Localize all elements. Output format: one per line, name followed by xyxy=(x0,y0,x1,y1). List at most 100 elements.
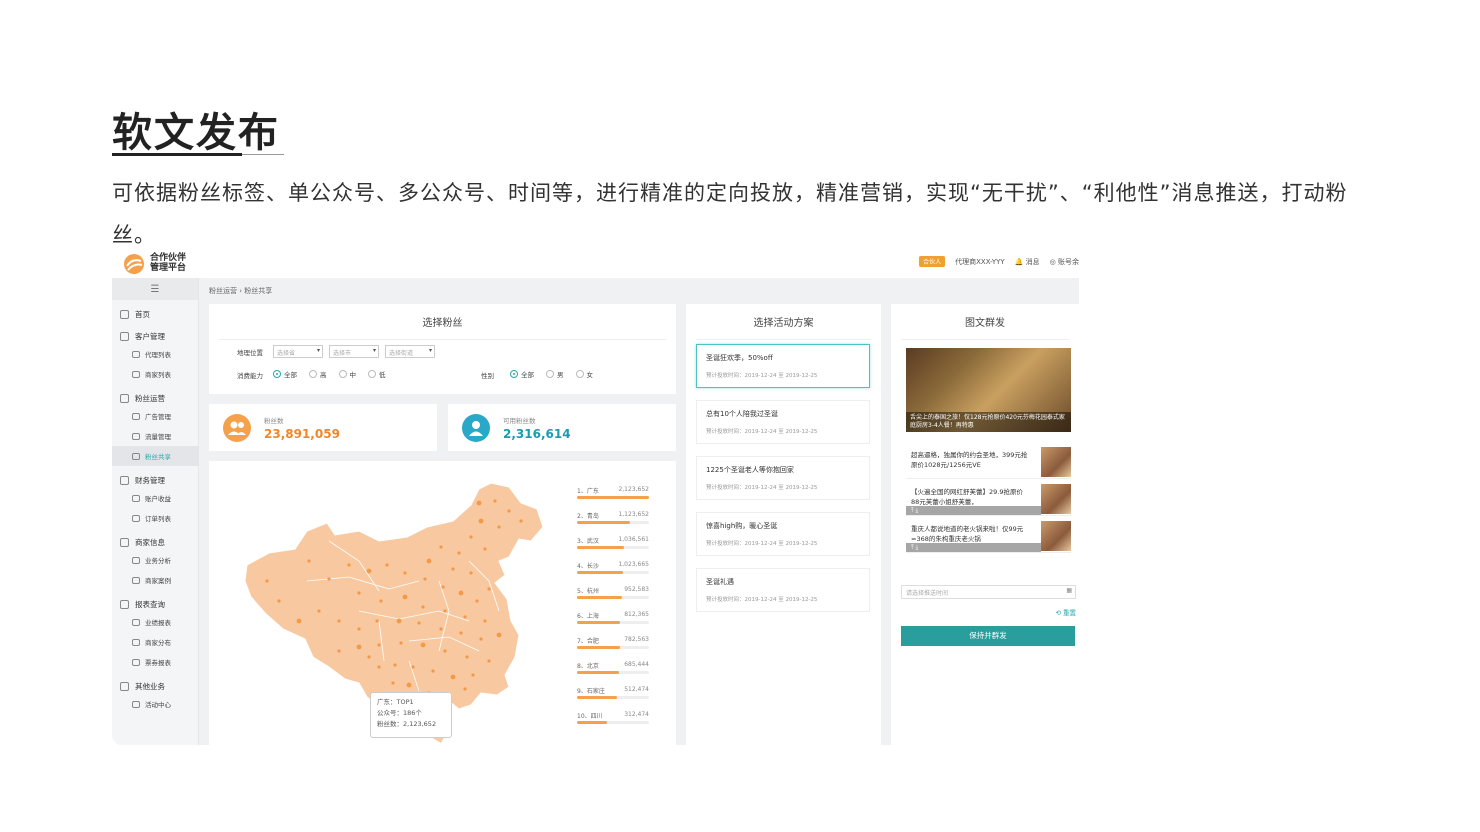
ranking-city-name: 广东 xyxy=(586,488,599,495)
ranking-bar-track xyxy=(577,546,649,549)
news-hero-image[interactable]: 舌尖上的泰国之旅！仅128元抢原价420元芬梅花园泰式家庭厨房3-4人餐！再特惠 xyxy=(906,348,1071,432)
sidebar-group-label: 首页 xyxy=(135,309,150,319)
messages-link[interactable]: 🔔 消息 xyxy=(1015,257,1040,267)
sidebar-group-6[interactable]: 其他业务 xyxy=(112,672,198,694)
consumption-radio[interactable]: 高 xyxy=(309,369,327,379)
merchant-icon xyxy=(120,537,129,547)
plan-time: 预计投放时间：2019-12-24 至 2019-12-25 xyxy=(706,541,818,547)
map-dot xyxy=(411,665,415,669)
sidebar-item[interactable]: 流量管理 xyxy=(112,426,198,446)
account-link[interactable]: ◎ 账号余 xyxy=(1050,257,1079,267)
gender-radio[interactable]: 全部 xyxy=(510,369,534,379)
sidebar-item[interactable]: 商家案例 xyxy=(112,570,198,590)
consumption-radio[interactable]: 低 xyxy=(368,369,386,379)
news-item[interactable]: 超高逼格，独属你的约会圣地，399元抢原价1028元/1256元VE xyxy=(906,445,1071,479)
ranking-city-name: 长沙 xyxy=(586,563,599,570)
sidebar-group-label: 报表查询 xyxy=(135,599,165,609)
reset-button[interactable]: ⟲ 重置 xyxy=(1055,607,1076,617)
sidebar-group-0[interactable]: 首页 xyxy=(112,300,198,322)
map-dot xyxy=(483,619,487,623)
ranking-bar-fill xyxy=(577,521,631,524)
select-fans-card: 选择粉丝 地理位置 选择省 选择市 选择街道 消费能力 全部 高 中 低 性别 全部 男… xyxy=(209,304,676,394)
menu-toggle-icon[interactable]: ☰ xyxy=(112,278,198,300)
sidebar-group-label: 客户管理 xyxy=(135,331,165,341)
plan-item[interactable]: 惊喜high购，暖心圣诞 预计投放时间：2019-12-24 至 2019-12-… xyxy=(696,512,870,556)
sidebar-item[interactable]: 商家列表 xyxy=(112,364,198,384)
consumption-radio[interactable]: 全部 xyxy=(273,369,297,379)
map-dot xyxy=(519,519,523,523)
ranking-row: 10、四川 312,474 xyxy=(577,711,649,736)
sidebar-item-icon xyxy=(132,494,140,502)
agent-name[interactable]: 代理商XXX-YYY xyxy=(955,257,1005,267)
sidebar-item-icon xyxy=(132,576,140,584)
logo-icon xyxy=(122,252,146,274)
breadcrumb: 粉丝运营 › 粉丝共享 xyxy=(209,286,272,296)
street-select[interactable]: 选择街道 xyxy=(385,345,435,358)
plan-item[interactable]: 圣诞狂欢季，50%off 预计投放时间：2019-12-24 至 2019-12-… xyxy=(696,344,870,388)
plan-item[interactable]: 圣诞礼遇 预计投放时间：2019-12-24 至 2019-12-25 xyxy=(696,568,870,612)
sidebar-item[interactable]: 商家分布 xyxy=(112,632,198,652)
breadcrumb-root[interactable]: 粉丝运营 xyxy=(209,287,237,295)
sidebar-group-4[interactable]: 商家信息 xyxy=(112,528,198,550)
map-dot xyxy=(366,568,372,574)
push-time-input[interactable]: 请选择推送时间 ▦ xyxy=(901,585,1076,599)
sidebar-item-label: 活动中心 xyxy=(145,701,171,709)
sidebar-item[interactable]: 业绩报表 xyxy=(112,612,198,632)
news-item-tools[interactable]: ⤒ ⤓ xyxy=(906,506,1041,515)
sidebar-item[interactable]: 广告管理 xyxy=(112,406,198,426)
radio-circle xyxy=(368,370,376,378)
move-up-icon[interactable]: ⤒ xyxy=(911,507,914,514)
gender-radio[interactable]: 女 xyxy=(575,369,593,379)
sidebar-item[interactable]: 账户收益 xyxy=(112,488,198,508)
sidebar-item[interactable]: 代理列表 xyxy=(112,344,198,364)
map-dot xyxy=(403,571,407,575)
radio-circle xyxy=(273,370,281,378)
account-label: 账号余 xyxy=(1058,257,1079,266)
sidebar-group-1[interactable]: 客户管理 xyxy=(112,322,198,344)
city-select[interactable]: 选择市 xyxy=(329,345,379,358)
ranking-city-name: 武汉 xyxy=(586,538,599,545)
map-dot xyxy=(459,631,463,635)
ranking-value: 1,036,561 xyxy=(618,536,649,543)
consumption-radio[interactable]: 中 xyxy=(338,369,356,379)
ranking-city: 10、四川 xyxy=(577,711,603,720)
news-item-tools[interactable]: ⤒ ⤓ xyxy=(906,543,1041,552)
ranking-city: 7、合肥 xyxy=(577,636,599,645)
province-select[interactable]: 选择省 xyxy=(273,345,323,358)
sidebar-item[interactable]: 活动中心 xyxy=(112,694,198,714)
map-dot xyxy=(337,649,341,653)
news-item[interactable]: 【火遍全国的网红舒芙蕾】29.9抢原价88元芙蕾小姐舒芙蕾， ⤒ ⤓ xyxy=(906,482,1071,516)
sidebar-item-label: 商家列表 xyxy=(145,371,171,379)
ranking-number: 9、 xyxy=(577,688,587,695)
sidebar-group-5[interactable]: 报表查询 xyxy=(112,590,198,612)
plan-item[interactable]: 总有10个人陪我过圣诞 预计投放时间：2019-12-24 至 2019-12-2… xyxy=(696,400,870,444)
sidebar-group-3[interactable]: 财务管理 xyxy=(112,466,198,488)
ranking-bar-track xyxy=(577,671,649,674)
sidebar-item[interactable]: 粉丝共享 xyxy=(112,446,198,466)
gender-radio[interactable]: 男 xyxy=(546,369,564,379)
move-down-icon[interactable]: ⤓ xyxy=(916,544,919,551)
sidebar-item[interactable]: 票券报表 xyxy=(112,652,198,672)
sidebar-group-2[interactable]: 粉丝运营 xyxy=(112,384,198,406)
plan-item[interactable]: 1225个圣诞老人等你抱回家 预计投放时间：2019-12-24 至 2019-1… xyxy=(696,456,870,500)
save-and-send-button[interactable]: 保持并群发 xyxy=(901,626,1075,646)
sidebar-item-icon xyxy=(132,370,140,378)
sidebar-item[interactable]: 订单列表 xyxy=(112,508,198,528)
ranking-row: 4、长沙 1,023,665 xyxy=(577,561,649,586)
move-up-icon[interactable]: ⤒ xyxy=(911,544,914,551)
map-dot xyxy=(465,655,469,659)
plan-name: 圣诞狂欢季，50%off xyxy=(706,354,773,362)
ranking-bar-fill xyxy=(577,721,608,724)
sidebar-item-icon xyxy=(132,658,140,666)
news-thumbnail xyxy=(1041,447,1071,477)
title-underline xyxy=(112,153,242,156)
fans-count-card: 粉丝数 23,891,059 xyxy=(209,404,437,451)
map-dot xyxy=(377,665,381,669)
sidebar-item[interactable]: 业务分析 xyxy=(112,550,198,570)
move-down-icon[interactable]: ⤓ xyxy=(916,507,919,514)
news-item[interactable]: 重庆人都说地道的老火锅来啦！仅99元=368的朱构重庆老火锅 ⤒ ⤓ xyxy=(906,519,1071,553)
radio-label: 低 xyxy=(379,371,386,379)
map-dot xyxy=(443,649,447,653)
available-fans-card: 可用粉丝数 2,316,614 xyxy=(448,404,676,451)
consumption-label: 消费能力 xyxy=(237,371,263,380)
